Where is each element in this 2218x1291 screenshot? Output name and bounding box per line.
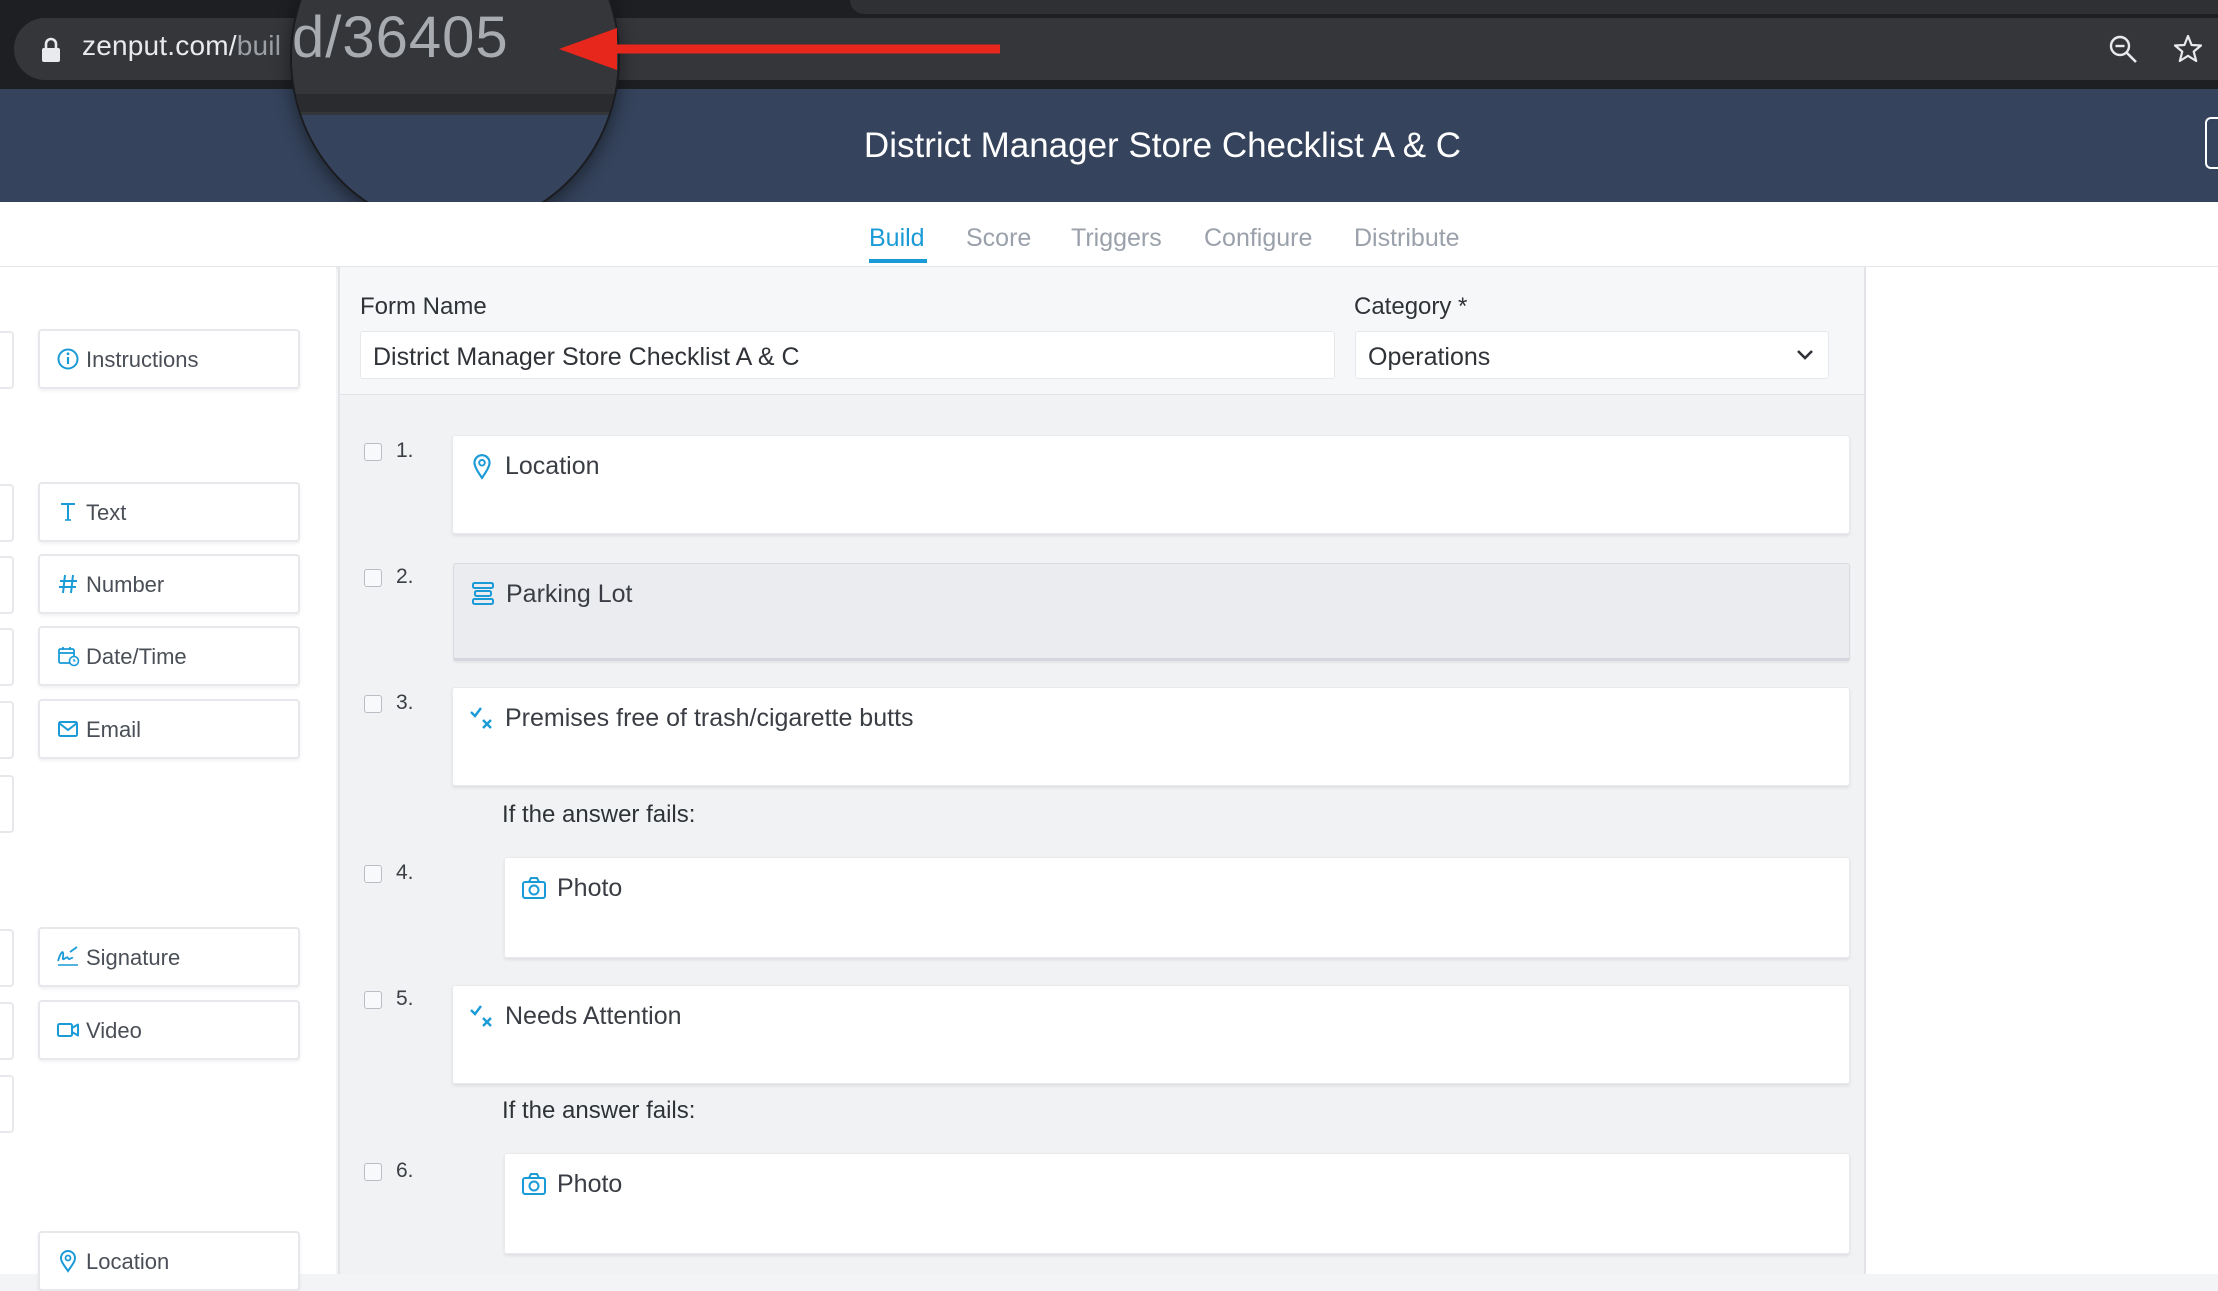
form-meta: Form Name District Manager Store Checkli… xyxy=(340,267,1864,395)
palette-item-partial[interactable] xyxy=(0,775,14,833)
palette-item-partial[interactable] xyxy=(0,556,14,614)
pass-fail-icon xyxy=(470,707,492,729)
palette-item-location[interactable]: Location xyxy=(38,1231,300,1291)
question-checkbox[interactable] xyxy=(364,865,382,883)
camera-icon xyxy=(522,1173,546,1195)
question-card-premises[interactable]: Premises free of trash/cigarette butts xyxy=(452,687,1850,786)
palette-item-video[interactable]: Video xyxy=(38,1000,300,1060)
palette-item-partial[interactable] xyxy=(0,701,14,759)
header-action-button[interactable] xyxy=(2205,117,2218,169)
location-pin-icon xyxy=(59,1250,77,1273)
conditional-label: If the answer fails: xyxy=(502,1097,696,1124)
field-palette: Instructions Text Number Date/Time Email… xyxy=(0,267,336,1291)
chevron-down-icon xyxy=(1797,350,1813,360)
palette-item-instructions[interactable]: Instructions xyxy=(38,329,300,389)
question-number: 4. xyxy=(396,861,414,884)
camera-icon xyxy=(522,877,546,899)
tab-triggers[interactable]: Triggers xyxy=(1071,224,1162,253)
conditional-label: If the answer fails: xyxy=(502,801,696,828)
question-checkbox[interactable] xyxy=(364,569,382,587)
question-number: 5. xyxy=(396,987,414,1010)
question-card-photo[interactable]: Photo xyxy=(504,1153,1850,1254)
palette-item-email[interactable]: Email xyxy=(38,699,300,759)
builder-tabs: Build Score Triggers Configure Distribut… xyxy=(0,202,2218,267)
category-select[interactable]: Operations xyxy=(1355,331,1829,379)
red-arrow-annotation xyxy=(559,28,1000,70)
question-number: 6. xyxy=(396,1159,414,1182)
zoom-icon[interactable] xyxy=(2108,34,2138,64)
active-tab-indicator xyxy=(869,259,927,263)
url-text[interactable]: zenput.com/buil xyxy=(82,30,281,62)
question-number: 2. xyxy=(396,565,414,588)
calendar-icon xyxy=(58,647,80,667)
category-label: Category * xyxy=(1354,293,1468,320)
palette-item-number[interactable]: Number xyxy=(38,554,300,614)
magnified-url-text: d/36405 xyxy=(292,5,509,70)
question-checkbox[interactable] xyxy=(364,1163,382,1181)
signature-icon xyxy=(57,946,78,966)
question-card-location[interactable]: Location xyxy=(452,435,1850,534)
lock-icon xyxy=(42,37,60,62)
location-pin-icon xyxy=(473,454,491,480)
question-checkbox[interactable] xyxy=(364,991,382,1009)
bookmark-star-icon[interactable] xyxy=(2172,33,2204,65)
palette-item-partial[interactable] xyxy=(0,1002,14,1060)
form-builder: Form Name District Manager Store Checkli… xyxy=(338,267,1866,1274)
tab-score[interactable]: Score xyxy=(966,224,1031,253)
question-number: 3. xyxy=(396,691,414,714)
right-panel xyxy=(1866,267,2218,1274)
tab-configure[interactable]: Configure xyxy=(1204,224,1312,253)
section-icon xyxy=(472,582,494,605)
palette-item-partial[interactable] xyxy=(0,484,14,542)
palette-item-partial[interactable] xyxy=(0,331,14,389)
question-card-needs-attention[interactable]: Needs Attention xyxy=(452,985,1850,1084)
palette-item-partial[interactable] xyxy=(0,929,14,987)
video-icon xyxy=(57,1023,79,1037)
browser-tab-strip xyxy=(850,0,2218,14)
pass-fail-icon xyxy=(470,1005,492,1027)
question-checkbox[interactable] xyxy=(364,443,382,461)
info-icon xyxy=(57,348,79,370)
question-card-photo[interactable]: Photo xyxy=(504,857,1850,958)
form-name-label: Form Name xyxy=(360,293,487,320)
text-icon xyxy=(61,503,75,521)
palette-item-partial[interactable] xyxy=(0,1075,14,1133)
form-name-field[interactable]: District Manager Store Checklist A & C xyxy=(360,331,1335,379)
question-checkbox[interactable] xyxy=(364,695,382,713)
palette-item-partial[interactable] xyxy=(0,628,14,686)
tab-build[interactable]: Build xyxy=(869,224,925,253)
question-card-section[interactable]: Parking Lot xyxy=(453,563,1850,661)
hash-icon xyxy=(59,574,77,594)
palette-item-datetime[interactable]: Date/Time xyxy=(38,626,300,686)
palette-item-signature[interactable]: Signature xyxy=(38,927,300,987)
envelope-icon xyxy=(58,721,78,737)
question-number: 1. xyxy=(396,439,414,462)
palette-item-text[interactable]: Text xyxy=(38,482,300,542)
tab-distribute[interactable]: Distribute xyxy=(1354,224,1460,253)
